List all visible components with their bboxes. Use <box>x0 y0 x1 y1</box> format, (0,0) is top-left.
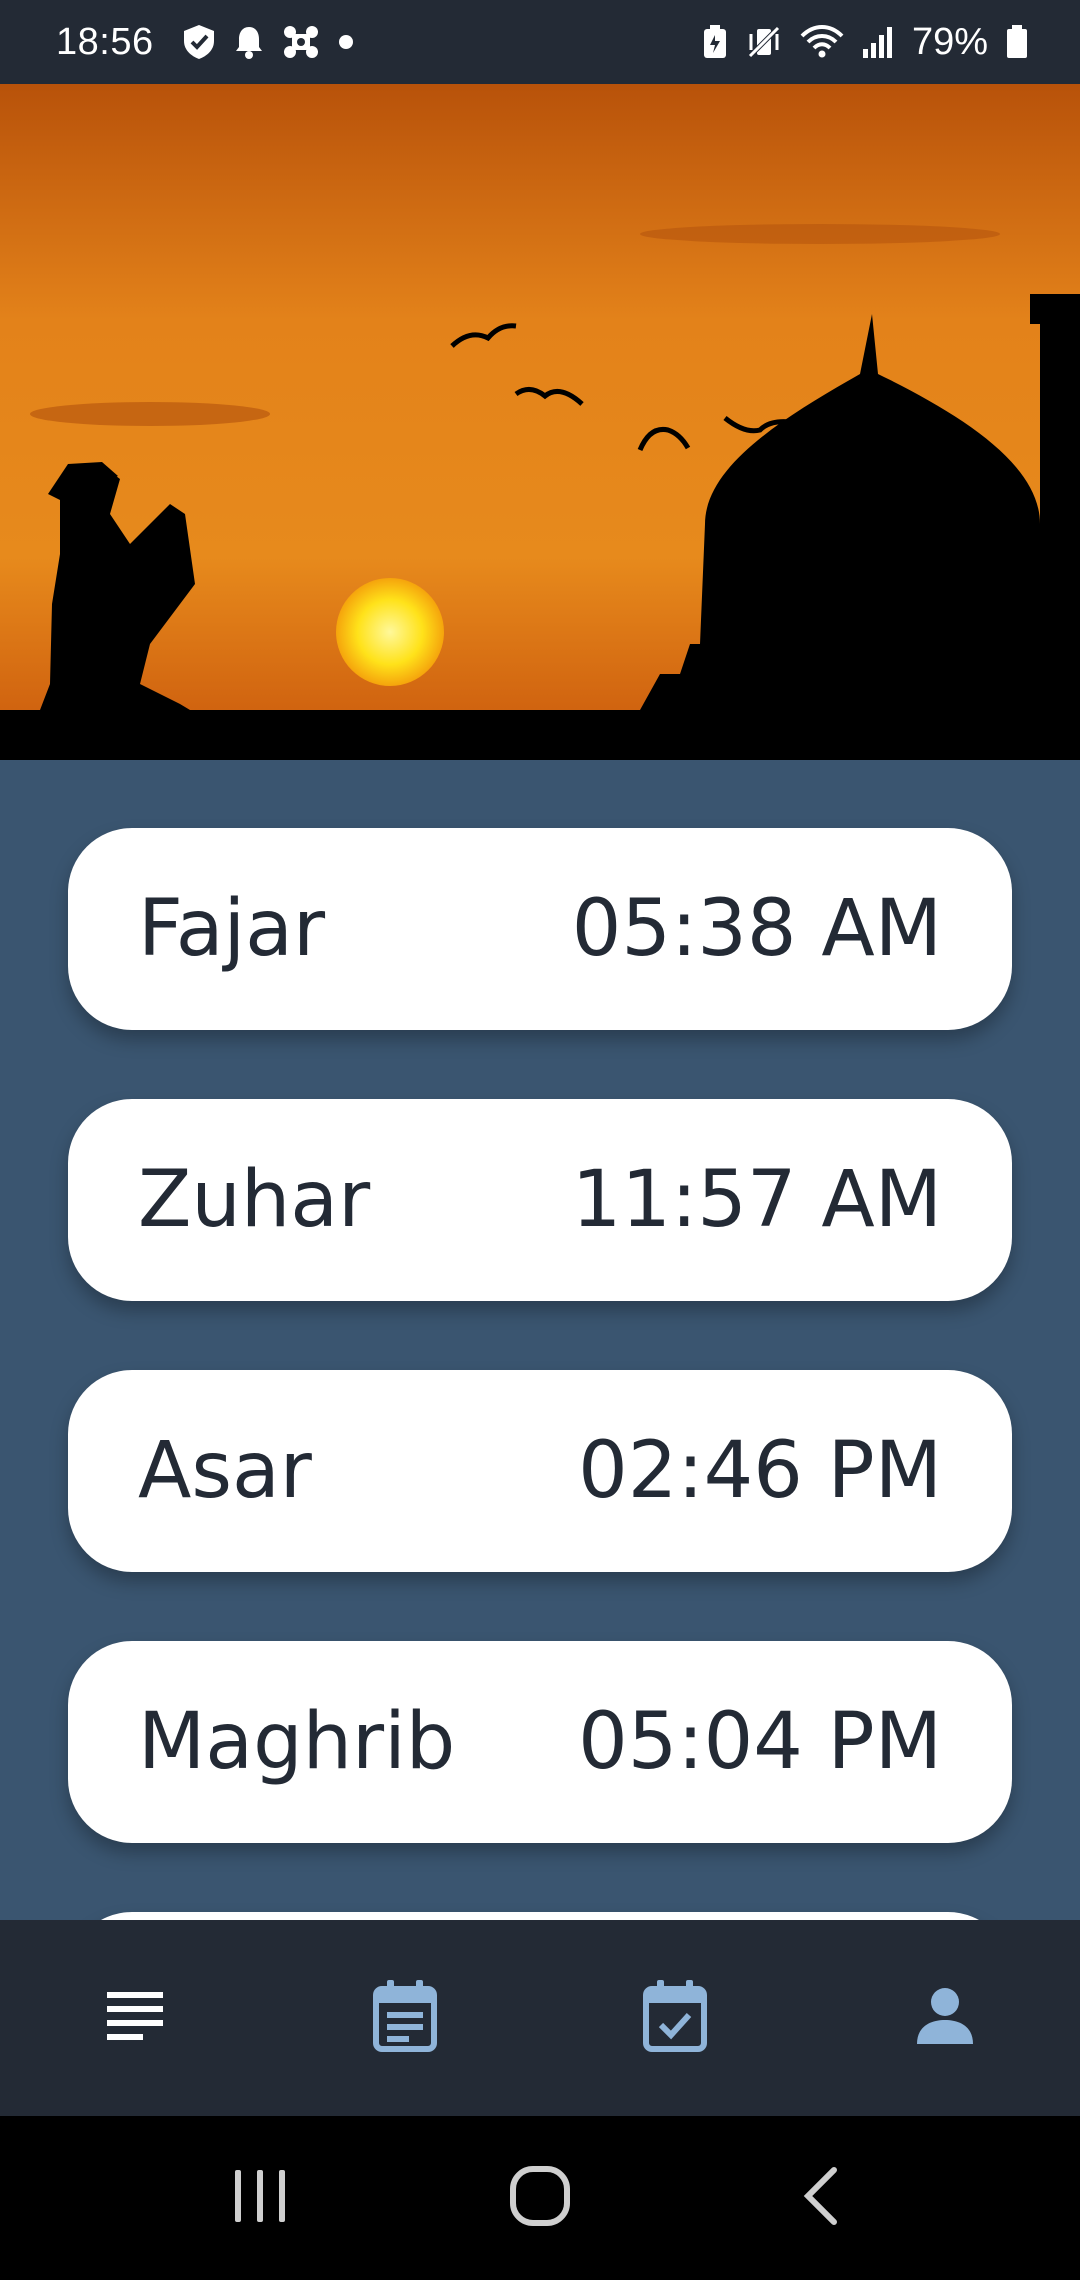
bell-icon <box>234 25 264 59</box>
prayer-card-maghrib[interactable]: Maghrib 05:04 PM <box>68 1641 1012 1843</box>
status-bar: 18:56 79% <box>0 0 1080 84</box>
recent-apps-button[interactable] <box>190 2138 330 2258</box>
wifi-icon <box>800 24 844 60</box>
battery-percentage: 79% <box>911 20 988 63</box>
bottom-navigation <box>0 1920 1080 2116</box>
prayer-times-list: Fajar 05:38 AM Zuhar 11:57 AM Asar 02:46… <box>0 760 1080 1920</box>
signal-icon <box>862 25 894 59</box>
calendar-notes-icon <box>373 1980 437 2056</box>
shield-check-icon <box>182 24 216 60</box>
home-button[interactable] <box>470 2138 610 2258</box>
prayer-name: Maghrib <box>138 1697 456 1787</box>
dot-icon <box>338 34 354 50</box>
prayer-card-partial[interactable] <box>68 1912 1012 1920</box>
prayer-card-asar[interactable]: Asar 02:46 PM <box>68 1370 1012 1572</box>
nav-profile-button[interactable] <box>865 1938 1025 2098</box>
battery-saver-icon <box>702 25 728 59</box>
home-icon <box>509 2165 571 2231</box>
prayer-card-zuhar[interactable]: Zuhar 11:57 AM <box>68 1099 1012 1301</box>
nav-calendar-check-button[interactable] <box>595 1938 755 2098</box>
network-cross-icon <box>282 24 320 60</box>
battery-icon <box>1006 25 1028 59</box>
prayer-time: 02:46 PM <box>578 1426 942 1516</box>
prayer-card-fajar[interactable]: Fajar 05:38 AM <box>68 828 1012 1030</box>
vibrate-mute-icon <box>746 24 782 60</box>
prayer-name: Asar <box>138 1426 312 1516</box>
profile-icon <box>915 1986 975 2050</box>
prayer-time: 11:57 AM <box>571 1155 942 1245</box>
back-icon <box>800 2166 840 2230</box>
hero-image <box>0 84 1080 760</box>
system-navigation-bar <box>0 2116 1080 2280</box>
prayer-time: 05:04 PM <box>578 1697 942 1787</box>
nav-calendar-notes-button[interactable] <box>325 1938 485 2098</box>
nav-list-button[interactable] <box>55 1938 215 2098</box>
status-time: 18:56 <box>56 20 154 63</box>
back-button[interactable] <box>750 2138 890 2258</box>
status-bar-right: 79% <box>702 21 1028 64</box>
list-icon <box>105 1990 165 2046</box>
prayer-name: Zuhar <box>138 1155 371 1245</box>
calendar-check-icon <box>643 1980 707 2056</box>
recent-apps-icon <box>233 2168 287 2228</box>
status-bar-left: 18:56 <box>56 21 354 64</box>
prayer-name: Fajar <box>138 884 326 974</box>
prayer-time: 05:38 AM <box>571 884 942 974</box>
